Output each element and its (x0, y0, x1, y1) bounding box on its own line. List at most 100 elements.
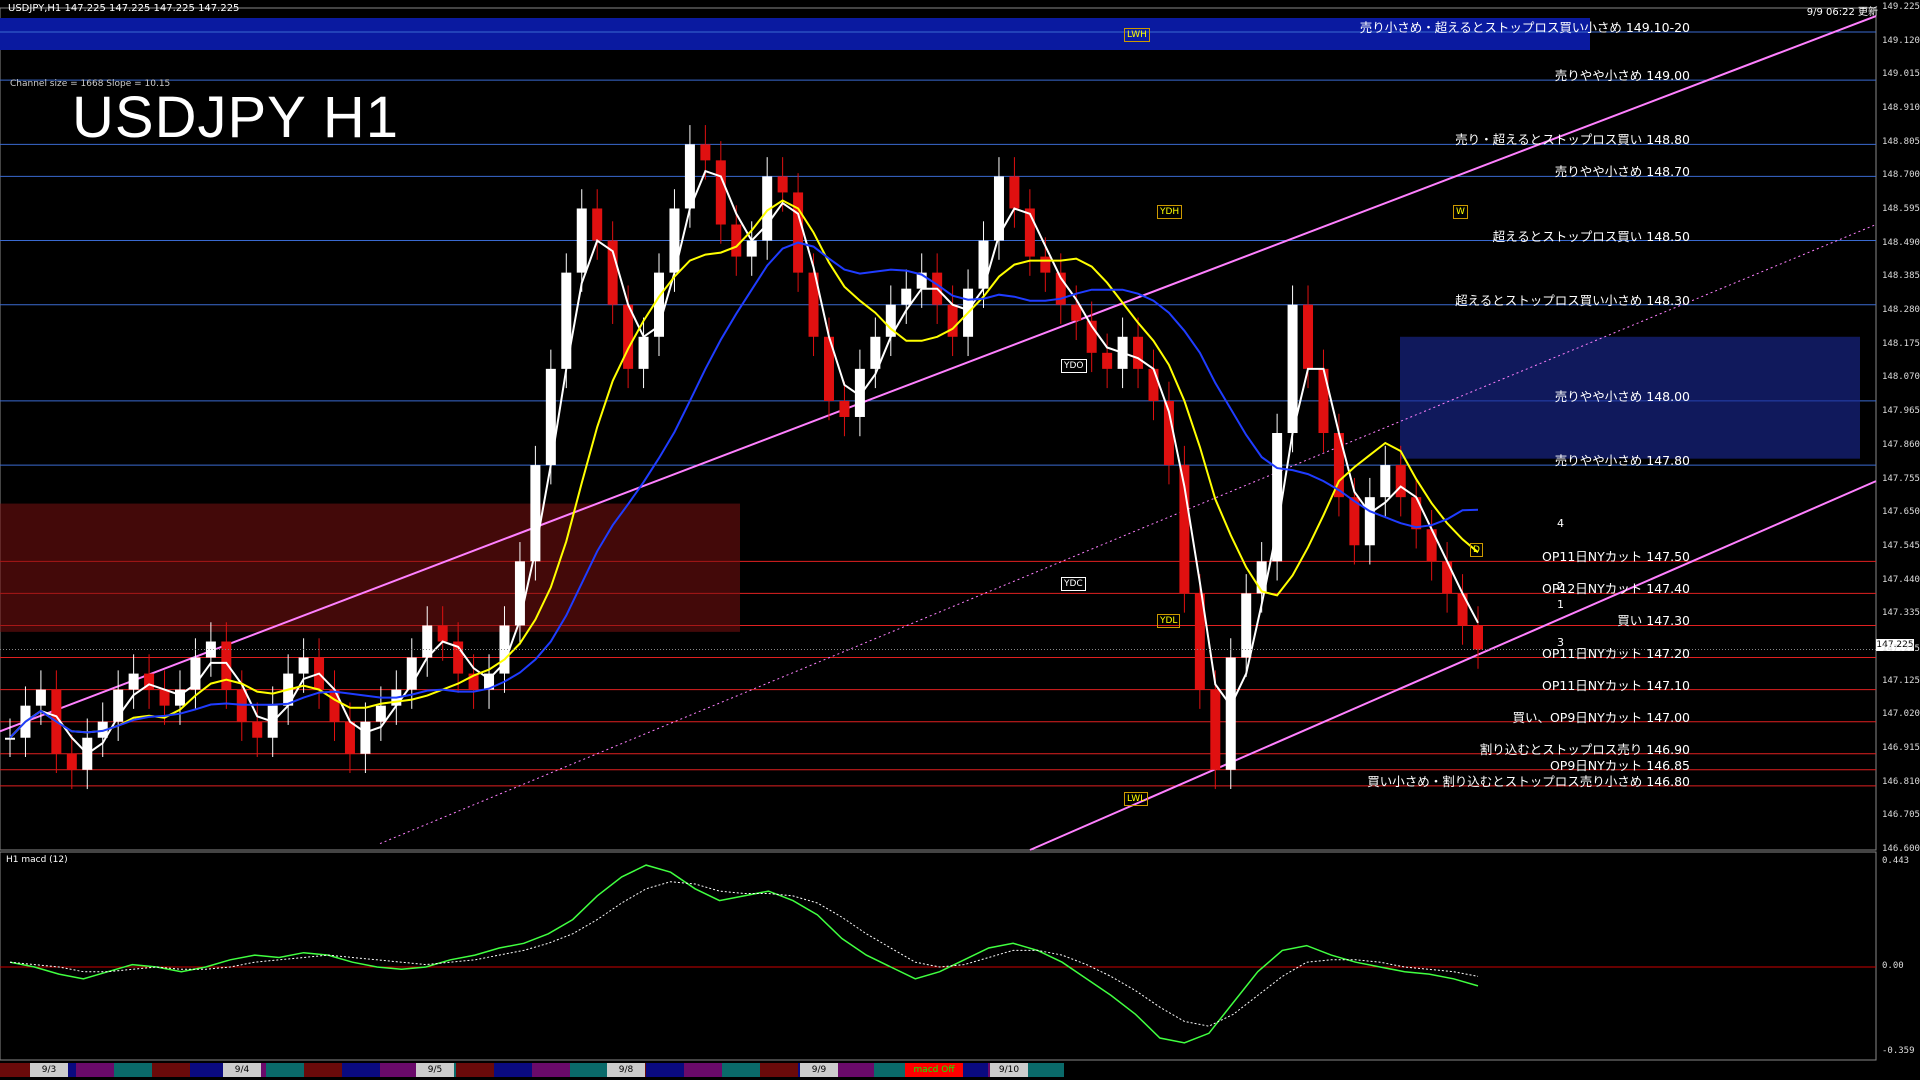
channel-lower (1029, 480, 1877, 851)
level-label: 売りやや小さめ 147.80 (1554, 453, 1690, 469)
candle-body (1287, 304, 1298, 434)
macd-frame (0, 851, 1877, 1061)
candle-body (947, 304, 958, 337)
date-bar-segment (532, 1063, 570, 1077)
date-bar-segment (266, 1063, 304, 1077)
macd-tick: -0.359 (1882, 1046, 1915, 1056)
candle-body (1210, 689, 1221, 770)
candle-body (839, 400, 850, 417)
price-tick: 147.440 (1882, 574, 1920, 585)
price-tick: 149.120 (1882, 35, 1920, 46)
candle-body (715, 160, 726, 225)
date-bar-segment (684, 1063, 722, 1077)
level-label: 買い、OP9日NYカット 147.00 (1512, 709, 1690, 725)
w-tag: W (1453, 205, 1468, 219)
candle-body (1225, 657, 1236, 770)
price-tick: 147.020 (1882, 709, 1920, 720)
macd-signal-line (9, 881, 1479, 1027)
price-tick: 148.070 (1882, 372, 1920, 383)
date-bar-segment (152, 1063, 190, 1077)
level-label: 買い小さめ・割り込むとストップロス売り小さめ 146.80 (1367, 773, 1690, 789)
date-bar-segment (304, 1063, 342, 1077)
candle-body (66, 753, 77, 770)
date-bar-segment (646, 1063, 684, 1077)
macd-toggle[interactable]: macd Off (905, 1063, 963, 1077)
candle-body (1364, 497, 1375, 546)
candle-body (545, 368, 556, 466)
price-tick: 146.705 (1882, 810, 1920, 821)
lwh-tag: LWH (1124, 28, 1150, 42)
date-label: 9/3 (30, 1063, 68, 1077)
candle-body (1395, 465, 1406, 498)
date-label: 9/10 (990, 1063, 1028, 1077)
level-label: OP11日NYカット 147.50 (1542, 549, 1690, 565)
ydc-tag: YDC (1061, 577, 1086, 591)
price-tick: 147.965 (1882, 406, 1920, 417)
price-tick: 146.600 (1882, 844, 1920, 854)
price-tick: 147.860 (1882, 439, 1920, 450)
candle-body (746, 240, 757, 257)
price-tick: 148.490 (1882, 237, 1920, 248)
ydl-tag: YDL (1157, 614, 1181, 628)
candle-body (576, 208, 587, 273)
macd-main-line (9, 864, 1479, 1044)
candle-body (1009, 176, 1020, 209)
level-label: 売りやや小さめ 149.00 (1554, 68, 1690, 84)
candle-body (35, 689, 46, 706)
date-bar-segment (380, 1063, 418, 1077)
price-tick: 148.385 (1882, 271, 1920, 282)
price-tick: 147.125 (1882, 675, 1920, 686)
level-label: 売りやや小さめ 148.70 (1554, 164, 1690, 180)
candle-body (901, 288, 912, 305)
price-tick: 148.700 (1882, 170, 1920, 181)
lwl-tag: LWL (1124, 792, 1149, 806)
price-tick: 146.810 (1882, 776, 1920, 787)
candle-body (252, 721, 263, 738)
candle-body (159, 689, 170, 706)
ydo-tag: YDO (1061, 359, 1087, 373)
level-label: 買い 147.30 (1617, 613, 1690, 629)
candle-body (1473, 625, 1483, 650)
date-label: 9/9 (800, 1063, 838, 1077)
candle-body (793, 192, 804, 273)
date-bar-segment (456, 1063, 494, 1077)
level-label: 売り小さめ・超えるとストップロス買い小さめ 149.10-20 (1359, 20, 1690, 36)
date-bar-segment (836, 1063, 874, 1077)
date-bar-segment (570, 1063, 608, 1077)
symbol-info: USDJPY,H1 147.225 147.225 147.225 147.22… (8, 3, 240, 14)
price-tick: 147.755 (1882, 473, 1920, 484)
candle-body (669, 208, 680, 273)
date-bar-segment (342, 1063, 380, 1077)
wave-mark-1: 1 (1557, 598, 1564, 611)
candle-body (1442, 561, 1453, 594)
date-bar-segment (760, 1063, 798, 1077)
candle-body (978, 240, 989, 289)
candle-body (1241, 593, 1252, 658)
d-tag: D (1470, 543, 1483, 557)
date-bar-segment (114, 1063, 152, 1077)
candle-body (1426, 529, 1437, 562)
candle-body (1102, 352, 1113, 369)
date-label: 9/5 (416, 1063, 454, 1077)
date-bar-segment (722, 1063, 760, 1077)
candle-body (344, 721, 355, 754)
wave-mark-4: 4 (1557, 517, 1564, 530)
candle-body (298, 657, 309, 674)
candle-body (1411, 497, 1422, 530)
candle-body (1318, 368, 1329, 434)
level-label: 超えるとストップロス買い 148.50 (1492, 228, 1690, 244)
candle-body (437, 625, 448, 642)
chart-title: USDJPY H1 (72, 85, 400, 150)
ydh-tag: YDH (1157, 205, 1183, 219)
date-label: 9/8 (607, 1063, 645, 1077)
price-tick: 148.595 (1882, 204, 1920, 215)
date-bar-segment (494, 1063, 532, 1077)
candle-body (1148, 368, 1159, 401)
price-tick: 148.910 (1882, 103, 1920, 114)
price-tick: 149.015 (1882, 69, 1920, 80)
candle-body (1303, 304, 1314, 369)
candle-body (638, 336, 649, 369)
level-label: OP11日NYカット 147.10 (1542, 677, 1690, 693)
date-bar-segment (1026, 1063, 1064, 1077)
candle-body (623, 304, 634, 369)
